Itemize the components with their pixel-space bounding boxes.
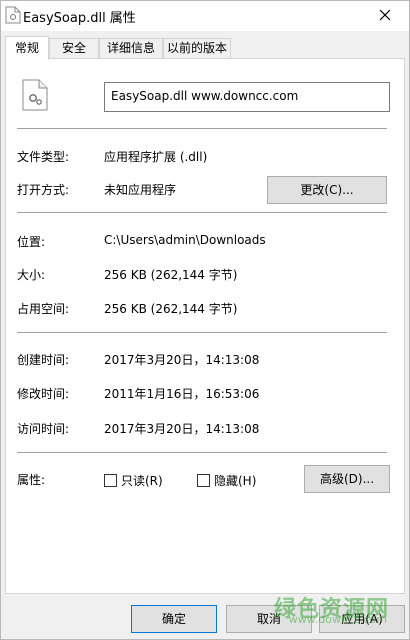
separator: [17, 332, 387, 333]
disk-size-value: 256 KB (262,144 字节): [104, 302, 238, 316]
tab-general[interactable]: 常规: [5, 36, 49, 60]
accessed-label: 访问时间:: [17, 422, 70, 436]
close-button[interactable]: [365, 1, 405, 29]
separator: [17, 128, 387, 129]
open-with-label: 打开方式:: [17, 183, 70, 197]
accessed-value: 2017年3月20日，14:13:08: [104, 422, 260, 436]
disk-size-label: 占用空间:: [17, 302, 70, 316]
location-label: 位置:: [17, 235, 46, 249]
change-button[interactable]: 更改(C)...: [267, 176, 387, 204]
general-panel: EasySoap.dll www.downcc.com 文件类型: 应用程序扩展…: [5, 58, 405, 594]
readonly-label: 只读(R): [121, 474, 163, 488]
created-label: 创建时间:: [17, 353, 70, 367]
dll-file-icon: [22, 79, 48, 111]
file-type-label: 文件类型:: [17, 150, 70, 164]
modified-value: 2011年1月16日，16:53:06: [104, 387, 260, 401]
created-value: 2017年3月20日，14:13:08: [104, 353, 260, 367]
attributes-label: 属性:: [17, 473, 46, 487]
file-name-field[interactable]: EasySoap.dll www.downcc.com: [104, 82, 390, 112]
tab-security[interactable]: 安全: [49, 38, 99, 59]
file-type-value: 应用程序扩展 (.dll): [104, 150, 208, 164]
size-value: 256 KB (262,144 字节): [104, 268, 238, 282]
readonly-checkbox[interactable]: [104, 474, 117, 487]
watermark-url: www.downcc.com: [288, 613, 387, 626]
tab-previous-versions[interactable]: 以前的版本: [163, 38, 231, 59]
advanced-button[interactable]: 高级(D)...: [304, 465, 390, 493]
window-title: EasySoap.dll 属性: [23, 11, 136, 26]
tab-details[interactable]: 详细信息: [99, 38, 163, 59]
hidden-checkbox[interactable]: [197, 474, 210, 487]
hidden-label: 隐藏(H): [214, 474, 257, 488]
modified-label: 修改时间:: [17, 387, 70, 401]
location-value: C:\Users\admin\Downloads: [104, 233, 266, 247]
size-label: 大小:: [17, 268, 46, 282]
file-icon: [5, 6, 21, 24]
title-bar[interactable]: EasySoap.dll 属性: [1, 1, 409, 31]
properties-window: EasySoap.dll 属性 常规 安全 详细信息 以前的版本 EasySoa…: [0, 0, 410, 640]
separator: [17, 452, 387, 453]
ok-button[interactable]: 确定: [131, 605, 217, 633]
separator: [17, 212, 387, 213]
close-icon: [379, 9, 391, 21]
open-with-value: 未知应用程序: [104, 183, 177, 197]
